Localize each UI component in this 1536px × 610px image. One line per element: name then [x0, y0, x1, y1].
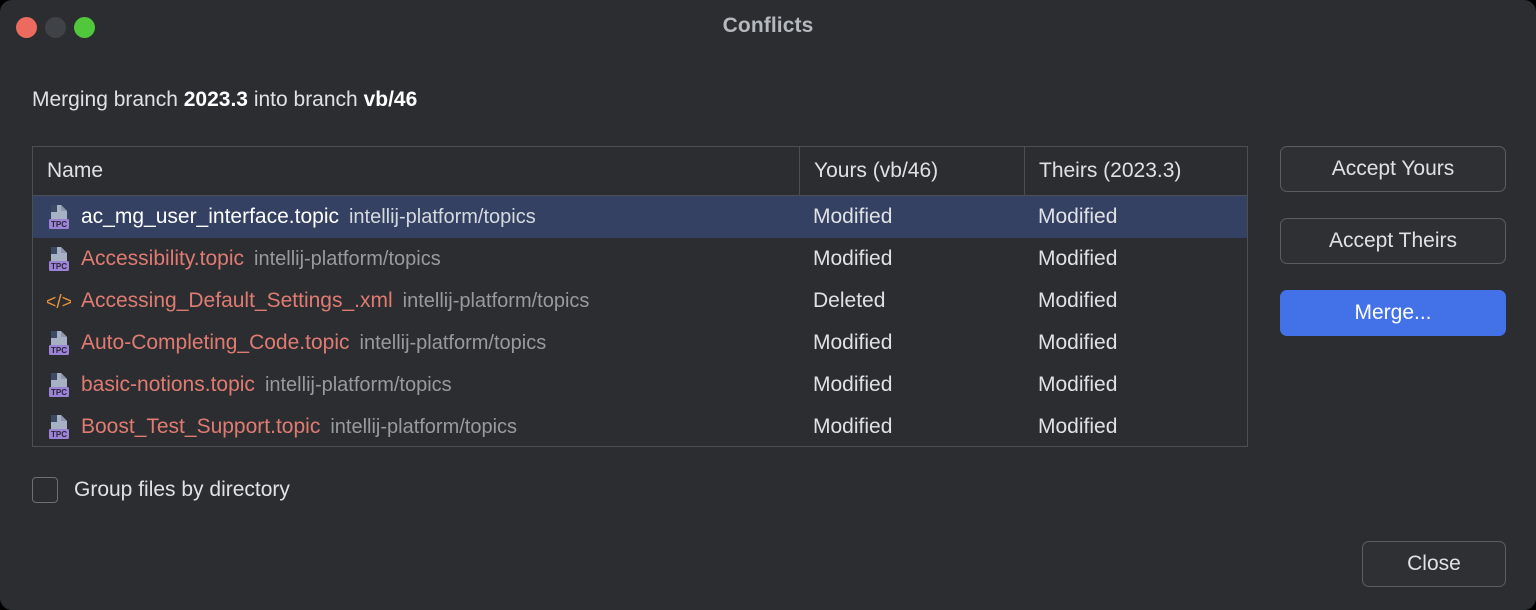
- theirs-status-cell: Modified: [1038, 373, 1118, 396]
- yours-status-cell: Deleted: [813, 289, 886, 312]
- table-row[interactable]: TPC Accessibility.topic intellij-platform/…: [33, 238, 1247, 280]
- topic-file-icon: TPC: [47, 414, 71, 440]
- table-row[interactable]: TPC basic-notions.topic intellij-platform/…: [33, 364, 1247, 406]
- svg-text:TPC: TPC: [51, 388, 67, 397]
- svg-text:TPC: TPC: [51, 346, 67, 355]
- topic-file-icon: TPC: [47, 204, 71, 230]
- conflicts-table[interactable]: Name Yours (vb/46) Theirs (2023.3) TPC ac…: [32, 146, 1248, 447]
- topic-file-icon: TPC: [47, 246, 71, 272]
- file-path: intellij-platform/topics: [254, 248, 441, 270]
- theirs-status-cell: Modified: [1038, 415, 1118, 438]
- accept-yours-button[interactable]: Accept Yours: [1280, 146, 1506, 192]
- file-name: ac_mg_user_interface.topic: [81, 205, 339, 228]
- merge-description-middle: into branch: [247, 88, 364, 111]
- theirs-status-cell: Modified: [1038, 331, 1118, 354]
- file-name-cell[interactable]: TPC Auto-Completing_Code.topic intellij-pl…: [33, 322, 799, 364]
- table-row[interactable]: </> Accessing_Default_Settings_.xml intell…: [33, 280, 1247, 322]
- yours-status-cell: Modified: [813, 247, 893, 270]
- file-name-cell[interactable]: TPC Boost_Test_Support.topic intellij-plat…: [33, 406, 799, 446]
- file-name-cell[interactable]: TPC basic-notions.topic intellij-platform/…: [33, 364, 799, 406]
- yours-status-cell: Modified: [813, 415, 893, 438]
- file-path: intellij-platform/topics: [264, 374, 452, 396]
- yours-status-cell: Modified: [813, 331, 893, 354]
- svg-text:TPC: TPC: [51, 430, 67, 439]
- topic-file-icon: TPC: [47, 372, 71, 398]
- table-row[interactable]: TPC Boost_Test_Support.topic intellij-plat…: [33, 406, 1247, 446]
- table-header-row: Name Yours (vb/46) Theirs (2023.3): [33, 147, 1247, 196]
- accept-theirs-button[interactable]: Accept Theirs: [1280, 218, 1506, 264]
- group-files-by-directory-row[interactable]: Group files by directory: [32, 477, 290, 503]
- file-name: Boost_Test_Support.topic: [81, 415, 321, 438]
- merge-description-prefix: Merging branch: [32, 88, 184, 111]
- table-body: TPC ac_mg_user_interface.topic intellij-pl…: [33, 196, 1247, 446]
- merge-button[interactable]: Merge...: [1280, 290, 1506, 336]
- file-name-cell[interactable]: </> Accessing_Default_Settings_.xml intell…: [33, 280, 799, 322]
- topic-file-icon: TPC: [47, 330, 71, 356]
- table-row[interactable]: TPC ac_mg_user_interface.topic intellij-pl…: [33, 196, 1247, 238]
- yours-status-cell: Modified: [813, 205, 893, 228]
- source-branch-name: 2023.3: [183, 88, 248, 111]
- file-path: intellij-platform/topics: [330, 416, 518, 438]
- theirs-status-cell: Modified: [1038, 289, 1118, 312]
- conflicts-dialog-window: Conflicts Merging branch 2023.3 into bra…: [0, 0, 1536, 610]
- theirs-status-cell: Modified: [1038, 205, 1118, 228]
- file-name-cell[interactable]: TPC ac_mg_user_interface.topic intellij-pl…: [33, 196, 799, 238]
- file-path: intellij-platform/topics: [359, 332, 547, 354]
- group-files-by-directory-checkbox[interactable]: [32, 477, 58, 503]
- file-name-cell[interactable]: TPC Accessibility.topic intellij-platform/…: [33, 238, 799, 280]
- target-branch-name: vb/46: [363, 88, 418, 111]
- table-row[interactable]: TPC Auto-Completing_Code.topic intellij-pl…: [33, 322, 1247, 364]
- file-name: Accessing_Default_Settings_.xml: [81, 289, 393, 312]
- group-files-by-directory-label: Group files by directory: [74, 478, 290, 501]
- svg-text:TPC: TPC: [51, 220, 67, 229]
- column-header-name[interactable]: Name: [33, 147, 799, 195]
- title-bar: Conflicts: [0, 0, 1536, 56]
- close-button[interactable]: Close: [1362, 541, 1506, 587]
- column-header-yours[interactable]: Yours (vb/46): [799, 147, 1024, 195]
- svg-text:TPC: TPC: [51, 262, 67, 271]
- window-title: Conflicts: [722, 14, 814, 37]
- xml-file-icon: </>: [47, 288, 71, 314]
- theirs-status-cell: Modified: [1038, 247, 1118, 270]
- column-header-theirs[interactable]: Theirs (2023.3): [1024, 147, 1247, 195]
- file-path: intellij-platform/topics: [348, 206, 536, 228]
- file-name: basic-notions.topic: [81, 373, 255, 396]
- yours-status-cell: Modified: [813, 373, 893, 396]
- file-path: intellij-platform/topics: [402, 290, 590, 312]
- file-name: Auto-Completing_Code.topic: [81, 331, 350, 354]
- file-name: Accessibility.topic: [81, 247, 244, 270]
- svg-text:</>: </>: [47, 292, 71, 313]
- merge-description: Merging branch 2023.3 into branch vb/46: [32, 88, 417, 112]
